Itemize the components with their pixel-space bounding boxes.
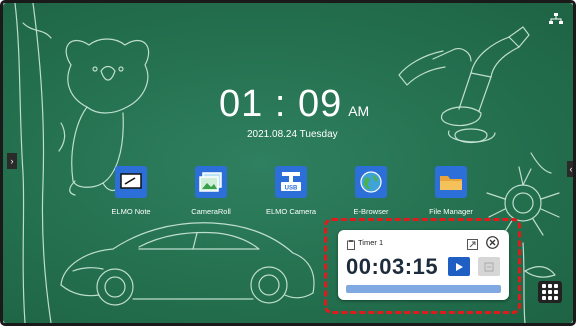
left-drawer-tab[interactable]: › bbox=[7, 153, 17, 169]
globe-icon bbox=[355, 166, 387, 198]
elmo-note-icon bbox=[115, 166, 147, 198]
network-icon[interactable] bbox=[549, 12, 563, 30]
play-icon bbox=[456, 262, 463, 271]
timer-widget[interactable]: Timer 1 00:03:15 bbox=[338, 230, 509, 300]
svg-text:USB: USB bbox=[285, 186, 298, 192]
reset-button[interactable] bbox=[478, 257, 500, 276]
chevron-right-icon: › bbox=[10, 156, 14, 166]
timer-progress-bar bbox=[346, 285, 501, 293]
timer-title: Timer 1 bbox=[358, 238, 384, 247]
clock-date: 2021.08.24 Tuesday bbox=[247, 129, 338, 140]
right-drawer-tab[interactable]: ‹ bbox=[567, 161, 573, 177]
app-label: ELMO Note bbox=[111, 207, 151, 216]
app-file-manager[interactable]: File Manager bbox=[411, 166, 491, 216]
app-e-browser[interactable]: E-Browser bbox=[331, 166, 411, 216]
app-camera-roll[interactable]: CameraRoll bbox=[171, 166, 251, 216]
camera-roll-icon bbox=[195, 166, 227, 198]
chevron-left-icon: ‹ bbox=[569, 164, 573, 174]
folder-icon bbox=[435, 166, 467, 198]
clock: 01 : 09 AM bbox=[219, 83, 369, 126]
app-label: File Manager bbox=[429, 207, 473, 216]
close-icon[interactable] bbox=[486, 236, 499, 249]
clock-ampm: AM bbox=[348, 103, 370, 119]
app-label: CameraRoll bbox=[191, 207, 231, 216]
expand-icon[interactable] bbox=[467, 237, 478, 250]
app-elmo-note[interactable]: ELMO Note bbox=[91, 166, 171, 216]
clock-time: 01 : 09 bbox=[219, 83, 343, 125]
timer-display: 00:03:15 bbox=[346, 254, 439, 279]
timer-progress-fill bbox=[346, 285, 501, 293]
reset-icon bbox=[484, 262, 494, 271]
app-label: E-Browser bbox=[353, 207, 389, 216]
timer-icon bbox=[347, 237, 355, 255]
app-label: ELMO Camera bbox=[265, 207, 316, 216]
play-button[interactable] bbox=[448, 257, 470, 276]
app-grid-button[interactable] bbox=[538, 281, 562, 303]
desktop-screen: 01 : 09 AM 2021.08.24 Tuesday ELMO Note C… bbox=[3, 3, 573, 323]
app-elmo-camera[interactable]: USB ELMO Camera bbox=[251, 166, 331, 216]
usb-camera-icon: USB bbox=[275, 166, 307, 198]
